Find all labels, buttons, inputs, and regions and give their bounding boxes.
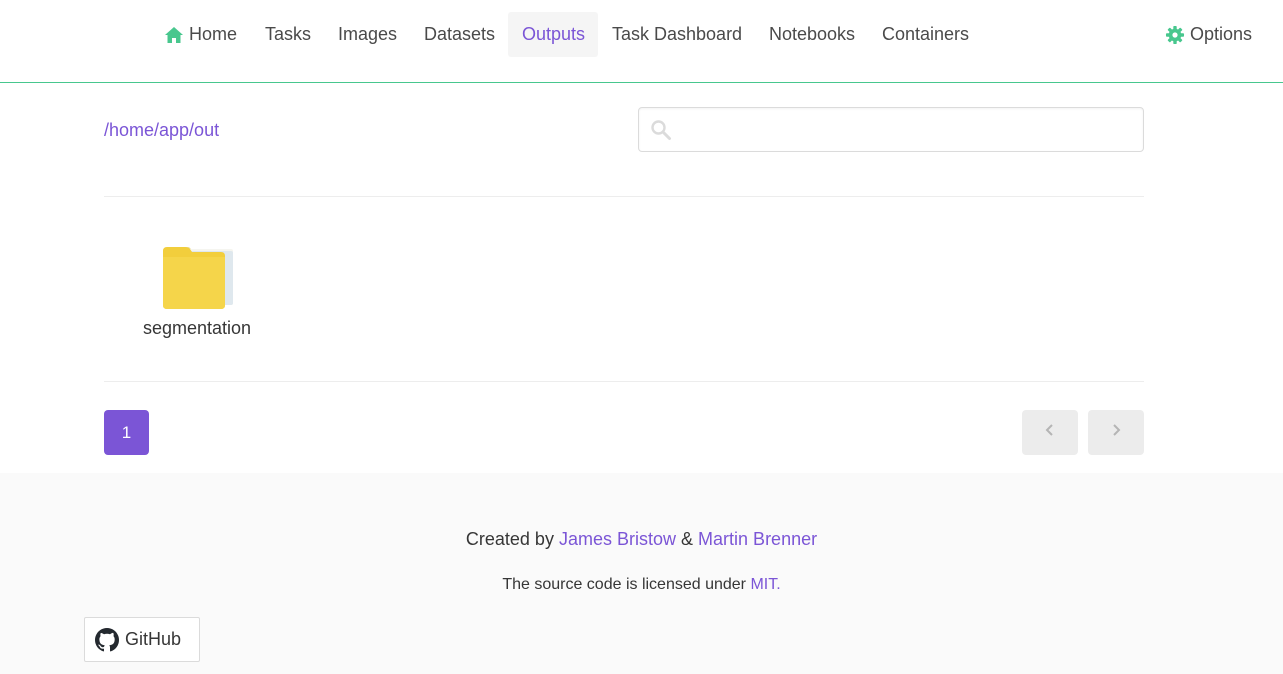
nav-tasks-label: Tasks <box>265 24 312 44</box>
nav-datasets[interactable]: Datasets <box>410 12 509 57</box>
page-1-button[interactable]: 1 <box>104 410 149 455</box>
and-text: & <box>681 529 694 549</box>
next-page-button[interactable] <box>1088 410 1144 455</box>
breadcrumb-path[interactable]: /home/app/out <box>104 120 219 141</box>
nav-tasks[interactable]: Tasks <box>251 12 325 57</box>
previous-page-button[interactable] <box>1022 410 1078 455</box>
gear-icon <box>1165 25 1185 45</box>
chevron-left-icon <box>1043 423 1057 442</box>
nav-home-label: Home <box>189 24 238 44</box>
credit-line: Created by James Bristow & Martin Brenne… <box>0 529 1283 550</box>
nav-outputs[interactable]: Outputs <box>508 12 598 57</box>
nav-containers-label: Containers <box>882 24 970 44</box>
nav-outputs-label: Outputs <box>522 24 586 44</box>
nav-images-label: Images <box>338 24 398 44</box>
folder-label: segmentation <box>142 318 252 338</box>
github-icon <box>95 627 119 652</box>
folder-icon <box>159 241 235 311</box>
search-box[interactable] <box>638 107 1144 152</box>
nav-datasets-label: Datasets <box>424 24 496 44</box>
license-line: The source code is licensed under MIT. <box>0 576 1283 594</box>
footer: Created by James Bristow & Martin Brenne… <box>0 473 1283 674</box>
search-input[interactable] <box>679 108 1137 151</box>
nav-home[interactable]: Home <box>150 12 251 57</box>
nav-notebooks[interactable]: Notebooks <box>755 12 869 57</box>
bottom-divider <box>104 381 1144 382</box>
nav-options[interactable]: Options <box>1151 12 1266 57</box>
folder-item[interactable]: segmentation <box>132 236 262 346</box>
top-divider <box>104 196 1144 197</box>
nav-images[interactable]: Images <box>324 12 411 57</box>
nav-task-dashboard[interactable]: Task Dashboard <box>598 12 756 57</box>
github-label: GitHub <box>125 629 182 649</box>
search-icon <box>650 119 672 141</box>
license-text: The source code is licensed under <box>502 576 747 593</box>
chevron-right-icon <box>1109 423 1123 442</box>
github-button[interactable]: GitHub <box>84 617 200 662</box>
mit-license-link[interactable]: MIT. <box>750 576 780 593</box>
top-navbar: Home Tasks Images Datasets Outputs Task … <box>0 0 1283 83</box>
home-icon <box>164 25 184 45</box>
nav-options-label: Options <box>1190 24 1253 44</box>
created-by-text: Created by <box>465 529 554 549</box>
nav-containers[interactable]: Containers <box>868 12 983 57</box>
nav-notebooks-label: Notebooks <box>769 24 856 44</box>
author-link-james[interactable]: James Bristow <box>559 529 676 549</box>
nav-task-dashboard-label: Task Dashboard <box>612 24 743 44</box>
author-link-martin[interactable]: Martin Brenner <box>698 529 817 549</box>
